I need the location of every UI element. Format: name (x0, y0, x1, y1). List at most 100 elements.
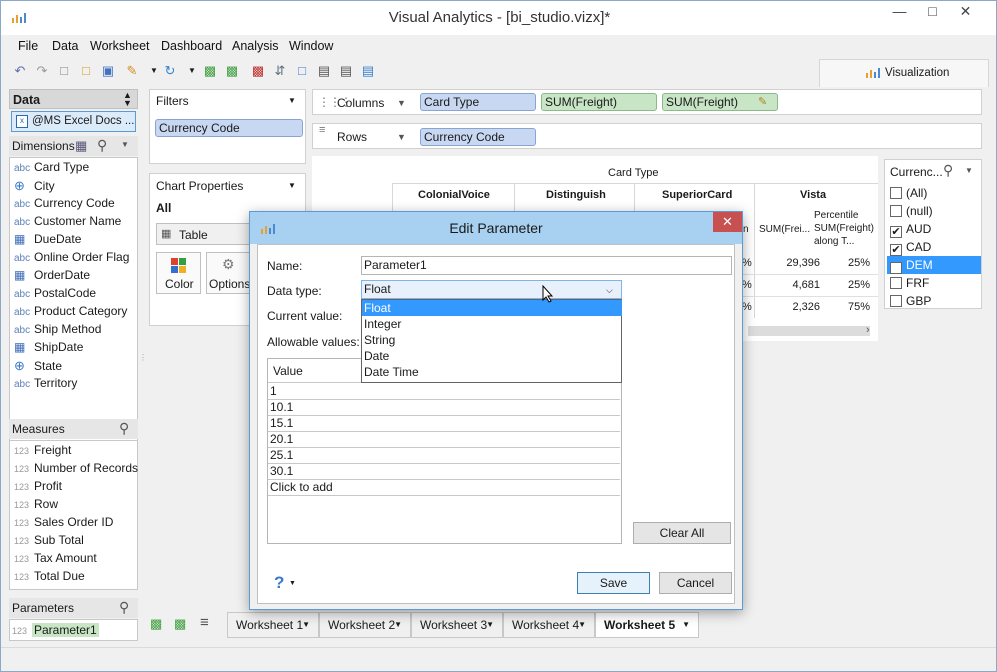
value-row[interactable]: 10.1 (268, 400, 620, 416)
measure-item[interactable]: 123 Sales Order ID (14, 514, 113, 531)
currency-filter-item[interactable]: ✔ AUD (887, 220, 981, 238)
search-icon[interactable]: ⚲ (119, 420, 129, 437)
menu-dashboard[interactable]: Dashboard (161, 39, 222, 53)
column-pill-sum-freight[interactable]: SUM(Freight) (541, 93, 657, 111)
new-worksheet-icon[interactable]: ▩ (150, 616, 162, 632)
undo-icon[interactable]: ↶ (11, 62, 29, 80)
data-source-item[interactable]: x @MS Excel Docs ... (11, 111, 136, 132)
datatype-option[interactable]: Date (362, 348, 622, 364)
help-icon[interactable]: ? (274, 573, 284, 593)
swap-icon[interactable]: ⇵ (271, 62, 289, 80)
datatype-select[interactable]: Float ⌵ (361, 280, 622, 299)
value-row[interactable]: 30.1 (268, 464, 620, 480)
close-window-button[interactable]: ✕ (949, 1, 982, 23)
table-view-icon[interactable]: ▦ (75, 138, 87, 154)
datatype-option[interactable]: Float (362, 300, 622, 316)
dimension-item[interactable]: abc Territory (14, 375, 77, 392)
checkbox[interactable] (890, 187, 902, 199)
dropdown-arrow-icon[interactable]: ▼ (682, 613, 690, 637)
visualization-tab[interactable]: Visualization (819, 59, 989, 87)
horizontal-scrollbar[interactable] (748, 326, 870, 336)
checkbox[interactable] (890, 277, 902, 289)
datatype-option[interactable]: String (362, 332, 622, 348)
menu-window[interactable]: Window (289, 39, 333, 53)
color-button[interactable]: Color (156, 252, 201, 294)
checkbox[interactable] (890, 295, 902, 307)
sort-custom-icon[interactable]: ▤ (359, 62, 377, 80)
search-icon[interactable]: ⚲ (943, 162, 953, 179)
measure-item[interactable]: 123 Profit (14, 478, 62, 495)
options-button[interactable]: ⚙ Options (206, 252, 251, 294)
filter-pill[interactable]: Currency Code (155, 119, 303, 137)
checkbox[interactable] (890, 205, 902, 217)
menu-file[interactable]: File (18, 39, 38, 53)
value-row[interactable]: 15.1 (268, 416, 620, 432)
dropdown-arrow-icon[interactable]: ▼ (289, 580, 296, 587)
dialog-close-button[interactable]: ✕ (713, 212, 742, 232)
sort-desc-icon[interactable]: ▤ (337, 62, 355, 80)
currency-filter-item[interactable]: GBP (887, 292, 981, 310)
column-pill-card-type[interactable]: Card Type (420, 93, 536, 111)
checkbox[interactable]: ✔ (890, 244, 902, 256)
dropdown-arrow-icon[interactable]: ▼ (965, 166, 973, 175)
cancel-button[interactable]: Cancel (659, 572, 732, 594)
dropdown-arrow-icon[interactable]: ▼ (121, 140, 129, 149)
menu-worksheet[interactable]: Worksheet (90, 39, 150, 53)
add-chart-icon[interactable]: ▩ (201, 62, 219, 80)
select-icon[interactable]: □ (293, 62, 311, 80)
dimension-item[interactable]: abc Ship Method (14, 321, 101, 338)
sort-arrows-icon[interactable]: ▲ ▼ (123, 91, 132, 108)
datatype-option[interactable]: Integer (362, 316, 622, 332)
dropdown-arrow-icon[interactable]: ▼ (302, 613, 310, 637)
value-row[interactable]: 1 (268, 384, 620, 400)
dimension-item[interactable]: ⊕ City (14, 177, 55, 194)
magic-wand-icon[interactable]: ✎ (123, 62, 141, 80)
dimension-item[interactable]: abc PostalCode (14, 285, 96, 302)
row-pill-currency-code[interactable]: Currency Code (420, 128, 536, 146)
open-folder-icon[interactable]: □ (77, 62, 95, 80)
value-row[interactable]: 20.1 (268, 432, 620, 448)
dropdown-arrow-icon[interactable]: ▼ (397, 132, 406, 142)
sheet-tab[interactable]: Worksheet 3 ▼ (411, 612, 503, 638)
checkbox[interactable]: ✔ (890, 226, 902, 238)
maximize-button[interactable]: □ (916, 1, 949, 23)
measure-item[interactable]: 123 Total Due (14, 568, 85, 585)
dimension-item[interactable]: ▦ DueDate (14, 231, 81, 248)
dropdown-arrow-icon[interactable]: ▼ (288, 181, 296, 190)
measure-item[interactable]: 123 Number of Records (14, 460, 138, 477)
measure-item[interactable]: 123 Freight (14, 442, 71, 459)
sheet-tab[interactable]: Worksheet 5 ▼ (595, 612, 699, 638)
sheet-list-icon[interactable]: ≡ (200, 614, 209, 631)
datatype-option[interactable]: Date Time (362, 364, 622, 380)
currency-filter-item[interactable]: ✔ CAD (887, 238, 981, 256)
currency-filter-item[interactable]: (null) (887, 202, 981, 220)
scroll-right-icon[interactable]: › (866, 324, 870, 336)
measure-item[interactable]: 123 Sub Total (14, 532, 84, 549)
clear-chart-icon[interactable]: ▩ (249, 62, 267, 80)
refresh-icon[interactable]: ↻ (161, 62, 179, 80)
save-button[interactable]: Save (577, 572, 650, 594)
dropdown-arrow-icon[interactable]: ▼ (578, 613, 586, 637)
edit-pill-icon[interactable]: ✎ (758, 95, 767, 108)
new-file-icon[interactable]: □ (55, 62, 73, 80)
sort-asc-icon[interactable]: ▤ (315, 62, 333, 80)
clear-all-button[interactable]: Clear All (633, 522, 731, 544)
currency-filter-item[interactable]: FRF (887, 274, 981, 292)
duplicate-chart-icon[interactable]: ▩ (223, 62, 241, 80)
currency-filter-item[interactable]: (All) (887, 184, 981, 202)
dropdown-arrow-icon[interactable]: ▼ (397, 98, 406, 108)
currency-filter-item[interactable]: ✔ DEM (887, 256, 981, 274)
measure-item[interactable]: 123 Row (14, 496, 58, 513)
chart-type-select[interactable]: ▦ Table (156, 223, 256, 245)
save-icon[interactable]: ▣ (99, 62, 117, 80)
dropdown-arrow-icon[interactable]: ▼ (486, 613, 494, 637)
checkbox[interactable]: ✔ (890, 262, 902, 274)
menu-data[interactable]: Data (52, 39, 78, 53)
dimension-item[interactable]: abc Product Category (14, 303, 127, 320)
menu-analysis[interactable]: Analysis (232, 39, 279, 53)
dropdown-arrow-icon[interactable]: ▼ (183, 62, 201, 80)
parameter-item[interactable]: 123 Parameter1 (12, 622, 99, 639)
measure-item[interactable]: 123 Tax Amount (14, 550, 97, 567)
dropdown-arrow-icon[interactable]: ▼ (394, 613, 402, 637)
dimension-item[interactable]: ▦ OrderDate (14, 267, 90, 284)
